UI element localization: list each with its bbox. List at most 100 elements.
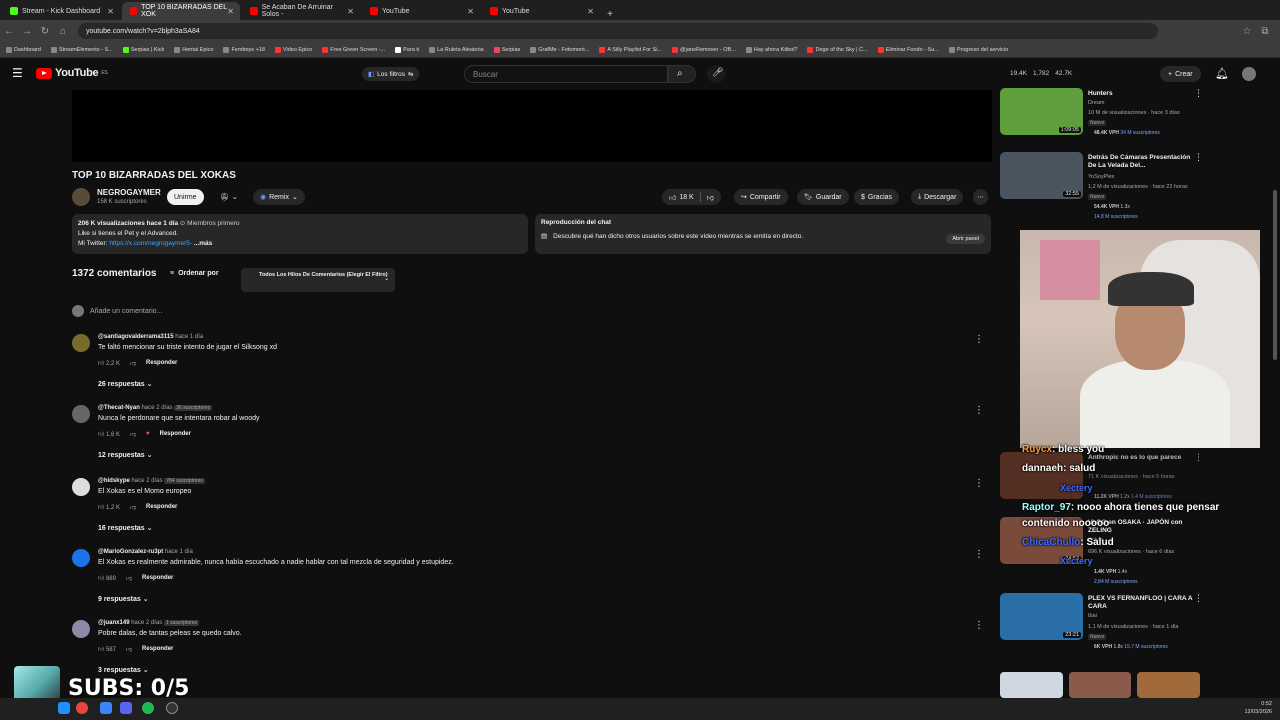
- reply-button[interactable]: Responder: [142, 575, 173, 581]
- bookmark[interactable]: Serpias: [493, 46, 520, 53]
- download-button[interactable]: ⤓ Descargar: [911, 189, 964, 205]
- bookmark[interactable]: Femboys +18: [223, 46, 265, 53]
- open-panel-button[interactable]: Abrir panel: [946, 234, 985, 244]
- browser-tab[interactable]: Se Acaban De Arruinar Solos - ✕: [242, 2, 360, 20]
- avatar[interactable]: [72, 405, 90, 423]
- close-icon[interactable]: ✕: [467, 7, 474, 16]
- more-icon[interactable]: ⋮: [1194, 88, 1203, 99]
- share-button[interactable]: ↪ Compartir: [734, 189, 788, 205]
- scrollbar[interactable]: [1273, 190, 1277, 360]
- comment-filter-dropdown[interactable]: Todos Los Hilos De Comentarios (Elegir E…: [241, 268, 395, 292]
- description-box[interactable]: 206 K visualizaciones hace 1 día ⊙ Miemb…: [72, 214, 528, 254]
- close-icon[interactable]: ✕: [227, 7, 234, 16]
- reply-button[interactable]: Responder: [160, 431, 191, 437]
- filters-button[interactable]: ◧ Los filtros ⇆: [362, 67, 420, 81]
- more-icon[interactable]: ⋮: [1194, 152, 1203, 163]
- remix-button[interactable]: ◉ Remix ⌄: [253, 189, 305, 205]
- bookmark[interactable]: Hay ahora Kitbol?: [745, 46, 797, 53]
- more-actions-button[interactable]: ⋯: [973, 189, 988, 205]
- bookmark[interactable]: Free Green Screen -...: [322, 46, 385, 53]
- back-icon[interactable]: ←: [0, 26, 18, 37]
- bookmark[interactable]: Progreso del servicio: [948, 46, 1008, 53]
- channel-name[interactable]: NEGROGAYMER: [97, 188, 161, 197]
- browser-tab[interactable]: YouTube ✕: [482, 2, 600, 20]
- obs-icon[interactable]: [166, 702, 178, 714]
- replies-toggle[interactable]: 16 respuestas ⌄: [98, 524, 153, 532]
- reply-button[interactable]: Responder: [146, 504, 177, 510]
- file-explorer-icon[interactable]: [58, 702, 70, 714]
- thumbs-down-icon[interactable]: 👎︎: [126, 574, 132, 582]
- video-thumbnail[interactable]: 1:09:05: [1000, 88, 1083, 135]
- avatar[interactable]: [72, 334, 90, 352]
- close-icon[interactable]: ✕: [107, 7, 114, 16]
- notification-bell-button[interactable]: 🔕︎ ⌄: [213, 189, 245, 205]
- close-icon[interactable]: ✕: [587, 7, 594, 16]
- thumbs-down-icon[interactable]: 👎︎: [130, 430, 136, 438]
- thumbs-up-icon[interactable]: 👍︎ 1,6 K: [98, 430, 120, 438]
- replies-toggle[interactable]: 26 respuestas ⌄: [98, 380, 153, 388]
- recommendation-item[interactable]: 32:55 Detrás De Cámaras Presentación De …: [1000, 152, 1203, 224]
- video-thumbnail[interactable]: [1137, 672, 1201, 698]
- thumbs-up-icon[interactable]: 👍︎ 2,2 K: [98, 359, 120, 367]
- like-button[interactable]: 👍︎ 18 K 👎︎: [662, 189, 721, 205]
- app-icon[interactable]: [100, 702, 112, 714]
- comment-menu-icon[interactable]: ⋮: [974, 334, 984, 345]
- video-thumbnail[interactable]: [1068, 672, 1132, 698]
- more-icon[interactable]: ⋮: [1194, 593, 1203, 604]
- comment-menu-icon[interactable]: ⋮: [974, 478, 984, 489]
- avatar[interactable]: [72, 549, 90, 567]
- home-icon[interactable]: ⌂: [54, 26, 72, 37]
- discord-icon[interactable]: [120, 702, 132, 714]
- show-more-link[interactable]: ...más: [194, 240, 212, 247]
- replies-toggle[interactable]: 12 respuestas ⌄: [98, 451, 153, 459]
- bookmark[interactable]: Para ti: [395, 46, 419, 53]
- replies-toggle[interactable]: 3 respuestas ⌄: [98, 666, 149, 674]
- recommendation-item[interactable]: Anthropic no es lo que parece 71 K visua…: [1000, 452, 1203, 502]
- thumbs-up-icon[interactable]: 👍︎ 889: [98, 574, 116, 582]
- replies-toggle[interactable]: 9 respuestas ⌄: [98, 595, 149, 603]
- add-comment-field[interactable]: Añade un comentario...: [72, 305, 162, 317]
- more-icon[interactable]: ⋮: [1194, 452, 1203, 463]
- bookmark[interactable]: @janeRemover - OB...: [672, 46, 736, 53]
- avatar[interactable]: [72, 478, 90, 496]
- recommendation-item[interactable]: 23:21 PLEX VS FERNANFLOO | CARA A CARA I…: [1000, 593, 1203, 655]
- reply-button[interactable]: Responder: [142, 646, 173, 652]
- thumbs-down-icon[interactable]: 👎︎: [126, 645, 132, 653]
- channel-avatar[interactable]: [72, 188, 90, 206]
- bell-icon[interactable]: 🔔︎: [1215, 67, 1229, 80]
- recommendation-item[interactable]: 1:09:05 Hunters Dream 10 M de visualizac…: [1000, 88, 1203, 148]
- comment-menu-icon[interactable]: ⋮: [974, 549, 984, 560]
- youtube-logo[interactable]: YouTube ES: [36, 67, 108, 79]
- video-player[interactable]: [72, 90, 992, 162]
- url-field[interactable]: youtube.com/watch?v=2blph3aSA84: [78, 23, 1158, 39]
- bookmark[interactable]: Hentai Epico: [174, 46, 213, 53]
- close-icon[interactable]: ✕: [347, 7, 354, 16]
- create-button[interactable]: + Crear: [1160, 66, 1201, 82]
- mic-button[interactable]: 🎤︎: [707, 65, 725, 83]
- menu-icon[interactable]: ☰: [12, 67, 23, 79]
- search-button[interactable]: ⌕: [668, 65, 696, 83]
- comment-menu-icon[interactable]: ⋮: [974, 405, 984, 416]
- thumbs-up-icon[interactable]: 👍︎ 1,2 K: [98, 503, 120, 511]
- bookmark[interactable]: StreamElements - S...: [50, 46, 113, 53]
- thumbs-down-icon[interactable]: 👎︎: [130, 503, 136, 511]
- bookmark[interactable]: Eliminar Fondo - Su...: [877, 46, 939, 53]
- video-thumbnail[interactable]: 32:55: [1000, 152, 1083, 199]
- comment-menu-icon[interactable]: ⋮: [974, 620, 984, 631]
- twitter-link[interactable]: https://x.com/negrogaymer5-: [109, 240, 192, 247]
- thumbs-up-icon[interactable]: 👍︎ 587: [98, 645, 116, 653]
- bookmark[interactable]: Dashboard: [6, 46, 41, 53]
- bookmark[interactable]: A Silly Playlist For Si...: [599, 46, 662, 53]
- chrome-icon[interactable]: [76, 702, 88, 714]
- bookmark[interactable]: Video Epico: [274, 46, 312, 53]
- browser-tab[interactable]: Stream - Kick Dashboard ✕: [2, 2, 120, 20]
- bookmark[interactable]: Serpias | Kick: [122, 46, 164, 53]
- new-tab-button[interactable]: +: [600, 9, 620, 20]
- reload-icon[interactable]: ↻: [36, 26, 54, 37]
- extensions-icon[interactable]: ⧉: [1256, 26, 1274, 37]
- thanks-button[interactable]: $ Gracias: [854, 189, 900, 205]
- avatar[interactable]: [72, 620, 90, 638]
- bookmark[interactable]: La Ruleta Aleatoria: [429, 46, 484, 53]
- spotify-icon[interactable]: [142, 702, 154, 714]
- reply-button[interactable]: Responder: [146, 360, 177, 366]
